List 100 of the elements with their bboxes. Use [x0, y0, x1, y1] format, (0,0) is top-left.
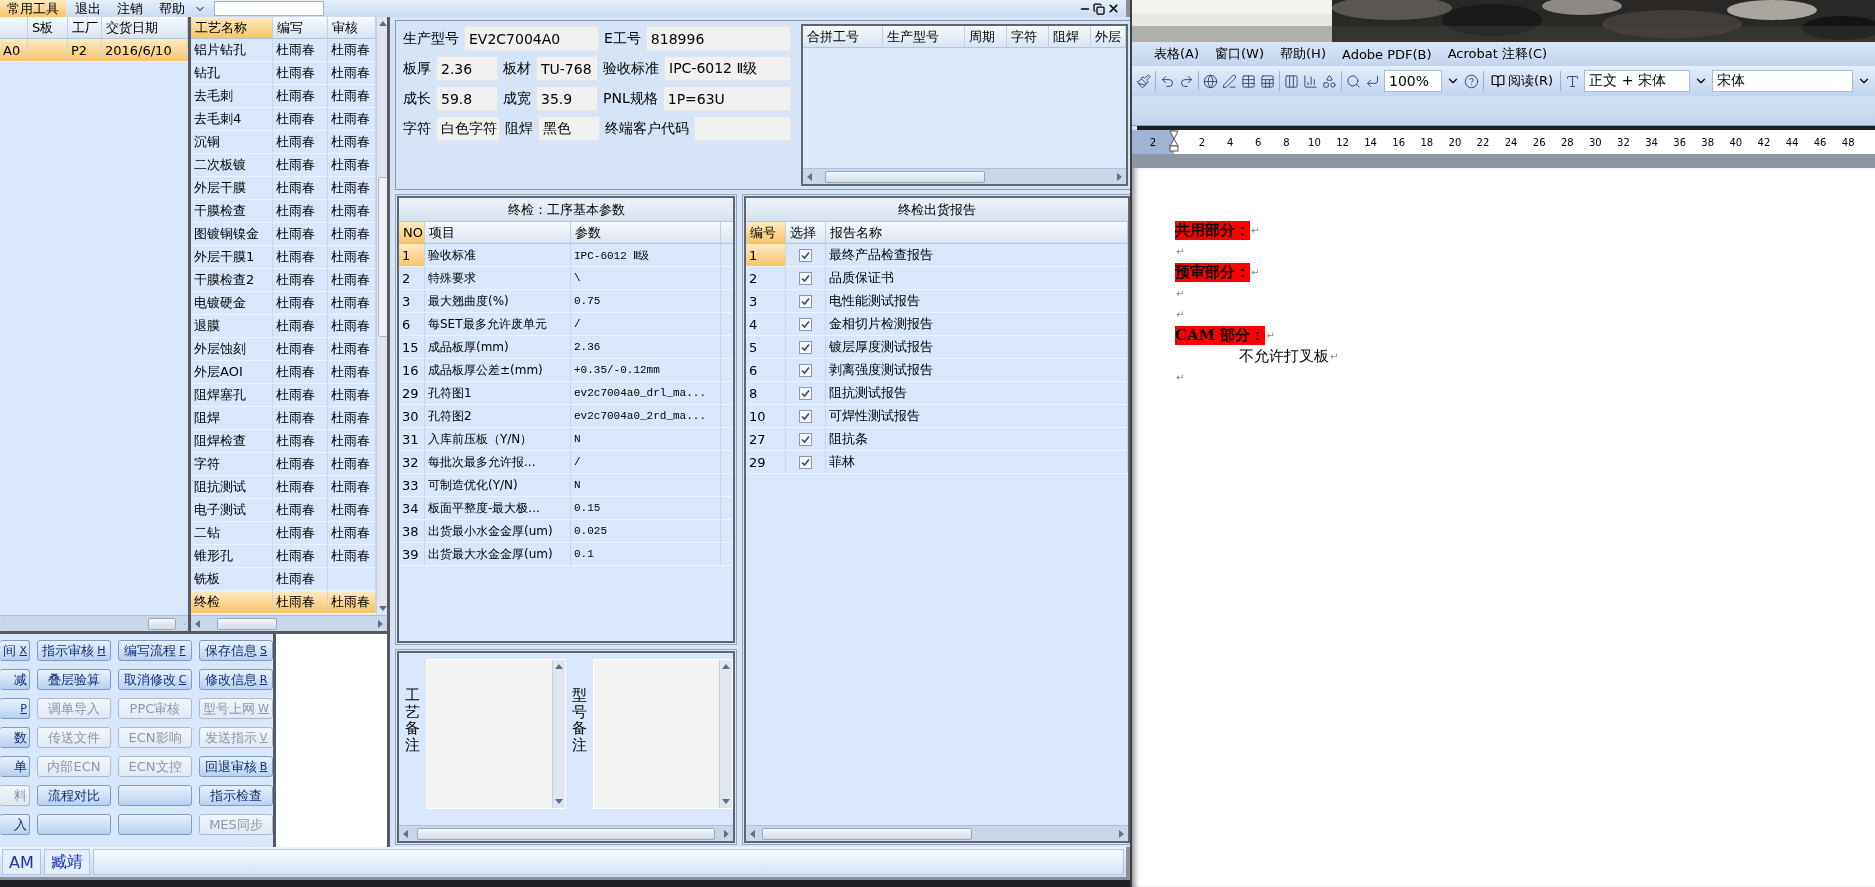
button[interactable]: 取消修改 C — [118, 669, 192, 690]
table-row[interactable]: 干膜检查 杜雨春 杜雨春 — [191, 200, 376, 223]
column-header[interactable]: 参数 — [571, 222, 721, 243]
checkbox[interactable] — [799, 340, 812, 354]
checkbox[interactable] — [799, 317, 812, 331]
menu-item[interactable]: Acrobat 注释(C) — [1447, 45, 1548, 63]
vertical-scrollbar[interactable] — [376, 17, 387, 615]
close-icon[interactable] — [1107, 2, 1120, 15]
text-field[interactable]: 黑色 — [538, 116, 600, 141]
style-icon[interactable] — [1565, 73, 1581, 89]
button[interactable]: 数 — [0, 727, 30, 748]
paragraph-icon[interactable] — [1365, 73, 1380, 89]
read-button[interactable]: 阅读(R) — [1488, 70, 1557, 92]
menu-item[interactable]: 注销 — [110, 0, 150, 17]
checkbox[interactable] — [799, 271, 812, 285]
table-row[interactable]: 外层干膜 杜雨春 杜雨春 — [191, 177, 376, 200]
scroll-arrow-icon[interactable] — [554, 663, 564, 670]
scroll-arrow-icon[interactable] — [402, 828, 409, 839]
style-field[interactable]: 正文 + 宋体 — [1584, 70, 1691, 92]
checkbox[interactable] — [799, 409, 812, 423]
text-field[interactable]: 1P=63U — [662, 86, 791, 111]
button[interactable]: 回退审核 B — [199, 756, 273, 777]
table-row[interactable]: 字符 杜雨春 杜雨春 — [191, 453, 376, 476]
chart-icon[interactable] — [1303, 73, 1318, 89]
button[interactable]: 流程对比 — [37, 785, 111, 806]
globe-icon[interactable] — [1203, 73, 1218, 89]
combo-box[interactable] — [214, 1, 324, 16]
table-cell[interactable]: 1 — [399, 244, 425, 266]
column-header[interactable]: 合拼工号 — [803, 26, 883, 47]
button[interactable]: 保存信息 S — [199, 640, 273, 661]
table-row[interactable]: 去毛刺4 杜雨春 杜雨春 — [191, 108, 376, 131]
scroll-arrow-icon[interactable] — [721, 663, 731, 670]
table-cell[interactable]: 15 — [399, 336, 425, 358]
table-cell[interactable]: 29 — [399, 382, 425, 404]
checkbox[interactable] — [799, 363, 812, 377]
column-header[interactable]: 字符 — [1007, 26, 1049, 47]
button[interactable]: 入 — [0, 814, 30, 835]
table-cell[interactable]: 38 — [399, 520, 425, 542]
checkbox[interactable] — [799, 386, 812, 400]
help-icon[interactable] — [1464, 73, 1479, 89]
button[interactable] — [118, 814, 192, 835]
text-field[interactable]: 35.9 — [536, 86, 598, 111]
column-header[interactable]: 生产型号 — [883, 26, 965, 47]
scroll-thumb[interactable] — [217, 617, 277, 630]
table-cell[interactable]: 5 — [746, 336, 786, 358]
button[interactable] — [37, 814, 111, 835]
scroll-thumb[interactable] — [416, 827, 716, 840]
table-row[interactable]: 电镀硬金 杜雨春 杜雨春 — [191, 292, 376, 315]
checkbox[interactable] — [799, 294, 812, 308]
horizontal-scrollbar[interactable] — [191, 615, 387, 631]
table-cell[interactable]: 10 — [746, 405, 786, 427]
table-row[interactable]: 去毛刺 杜雨春 杜雨春 — [191, 85, 376, 108]
table-row[interactable]: 退膜 杜雨春 杜雨春 — [191, 315, 376, 338]
columns-icon[interactable] — [1284, 73, 1299, 89]
text-field[interactable]: 白色字符 — [436, 116, 500, 141]
table-icon[interactable] — [1241, 73, 1256, 89]
button[interactable]: 减 — [0, 669, 30, 690]
checkbox[interactable] — [799, 432, 812, 446]
scroll-arrow-icon[interactable] — [806, 171, 813, 182]
table-cell[interactable]: 16 — [399, 359, 425, 381]
table-row[interactable]: 电子测试 杜雨春 杜雨春 — [191, 499, 376, 522]
scroll-arrow-icon[interactable] — [1116, 171, 1123, 182]
table-cell[interactable]: 39 — [399, 543, 425, 565]
column-header[interactable]: 编号 — [746, 222, 786, 243]
undo-icon[interactable] — [1160, 73, 1175, 89]
book-icon[interactable] — [1491, 74, 1505, 88]
table-cell[interactable]: 2 — [746, 267, 786, 289]
column-header[interactable]: S板 — [28, 17, 68, 38]
column-header[interactable]: 周期 — [965, 26, 1007, 47]
scroll-thumb[interactable] — [825, 170, 985, 183]
text-field[interactable] — [694, 116, 791, 141]
button[interactable]: 指示审核 H — [37, 640, 111, 661]
text-field[interactable]: IPC-6012 Ⅱ级 — [664, 56, 791, 81]
horizontal-scrollbar[interactable] — [399, 825, 733, 841]
menu-item[interactable]: 退出 — [68, 0, 108, 17]
table-row[interactable]: 二次板镀 杜雨春 杜雨春 — [191, 154, 376, 177]
column-header[interactable]: 交货日期 — [102, 17, 188, 38]
table-row[interactable]: 锥形孔 杜雨春 杜雨春 — [191, 545, 376, 568]
button[interactable]: 修改信息 R — [199, 669, 273, 690]
scroll-thumb[interactable] — [762, 827, 972, 840]
text-field[interactable]: 2.36 — [436, 56, 498, 81]
table-row[interactable]: 干膜检查2 杜雨春 杜雨春 — [191, 269, 376, 292]
table-cell[interactable]: 3 — [399, 290, 425, 312]
scroll-thumb[interactable] — [148, 617, 176, 630]
menu-item[interactable]: 表格(A) — [1154, 45, 1200, 63]
table-row[interactable]: 二钻 杜雨春 杜雨春 — [191, 522, 376, 545]
indent-marker-icon[interactable] — [1169, 130, 1179, 152]
scroll-arrow-icon[interactable] — [1118, 828, 1125, 839]
checkbox[interactable] — [799, 455, 812, 469]
table-cell[interactable]: 27 — [746, 428, 786, 450]
scroll-arrow-icon[interactable] — [378, 20, 387, 27]
table-row[interactable]: 阻焊 杜雨春 杜雨春 — [191, 407, 376, 430]
column-header[interactable]: 项目 — [425, 222, 571, 243]
menu-item[interactable]: 帮助 — [152, 0, 192, 17]
brush-icon[interactable] — [1136, 73, 1151, 89]
scroll-arrow-icon[interactable] — [749, 828, 756, 839]
menu-item[interactable]: 常用工具 — [0, 0, 66, 17]
column-header[interactable]: 阻焊 — [1049, 26, 1091, 47]
column-header[interactable]: 编写 — [273, 17, 328, 38]
column-header[interactable]: 报告名称 — [826, 222, 1128, 243]
